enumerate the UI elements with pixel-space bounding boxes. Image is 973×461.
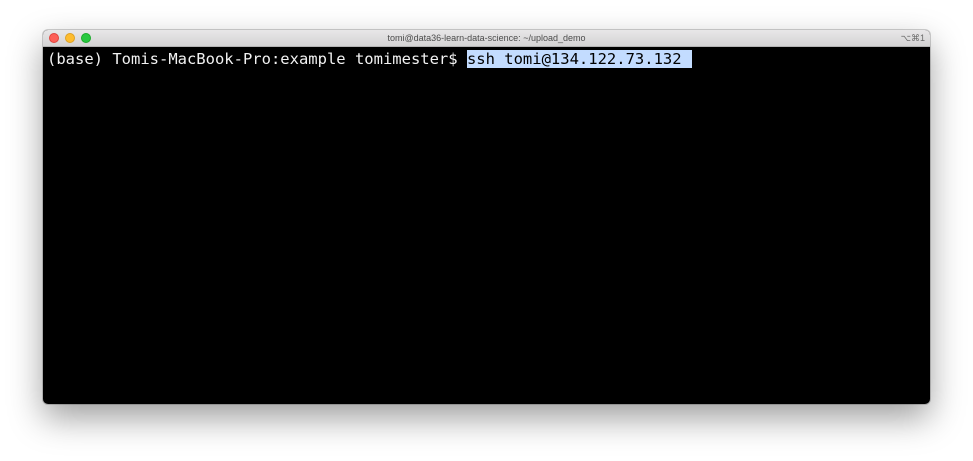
title-bar[interactable]: tomi@data36-learn-data-science: ~/upload…: [43, 30, 930, 47]
selected-command[interactable]: ssh tomi@134.122.73.132: [466, 50, 692, 68]
window-shortcut-label: ⌥⌘1: [900, 33, 925, 43]
terminal-window: tomi@data36-learn-data-science: ~/upload…: [43, 30, 930, 404]
shell-prompt: (base) Tomis-MacBook-Pro:example tomimes…: [47, 50, 467, 68]
terminal-content[interactable]: (base) Tomis-MacBook-Pro:example tomimes…: [43, 47, 930, 404]
window-title: tomi@data36-learn-data-science: ~/upload…: [387, 33, 586, 43]
